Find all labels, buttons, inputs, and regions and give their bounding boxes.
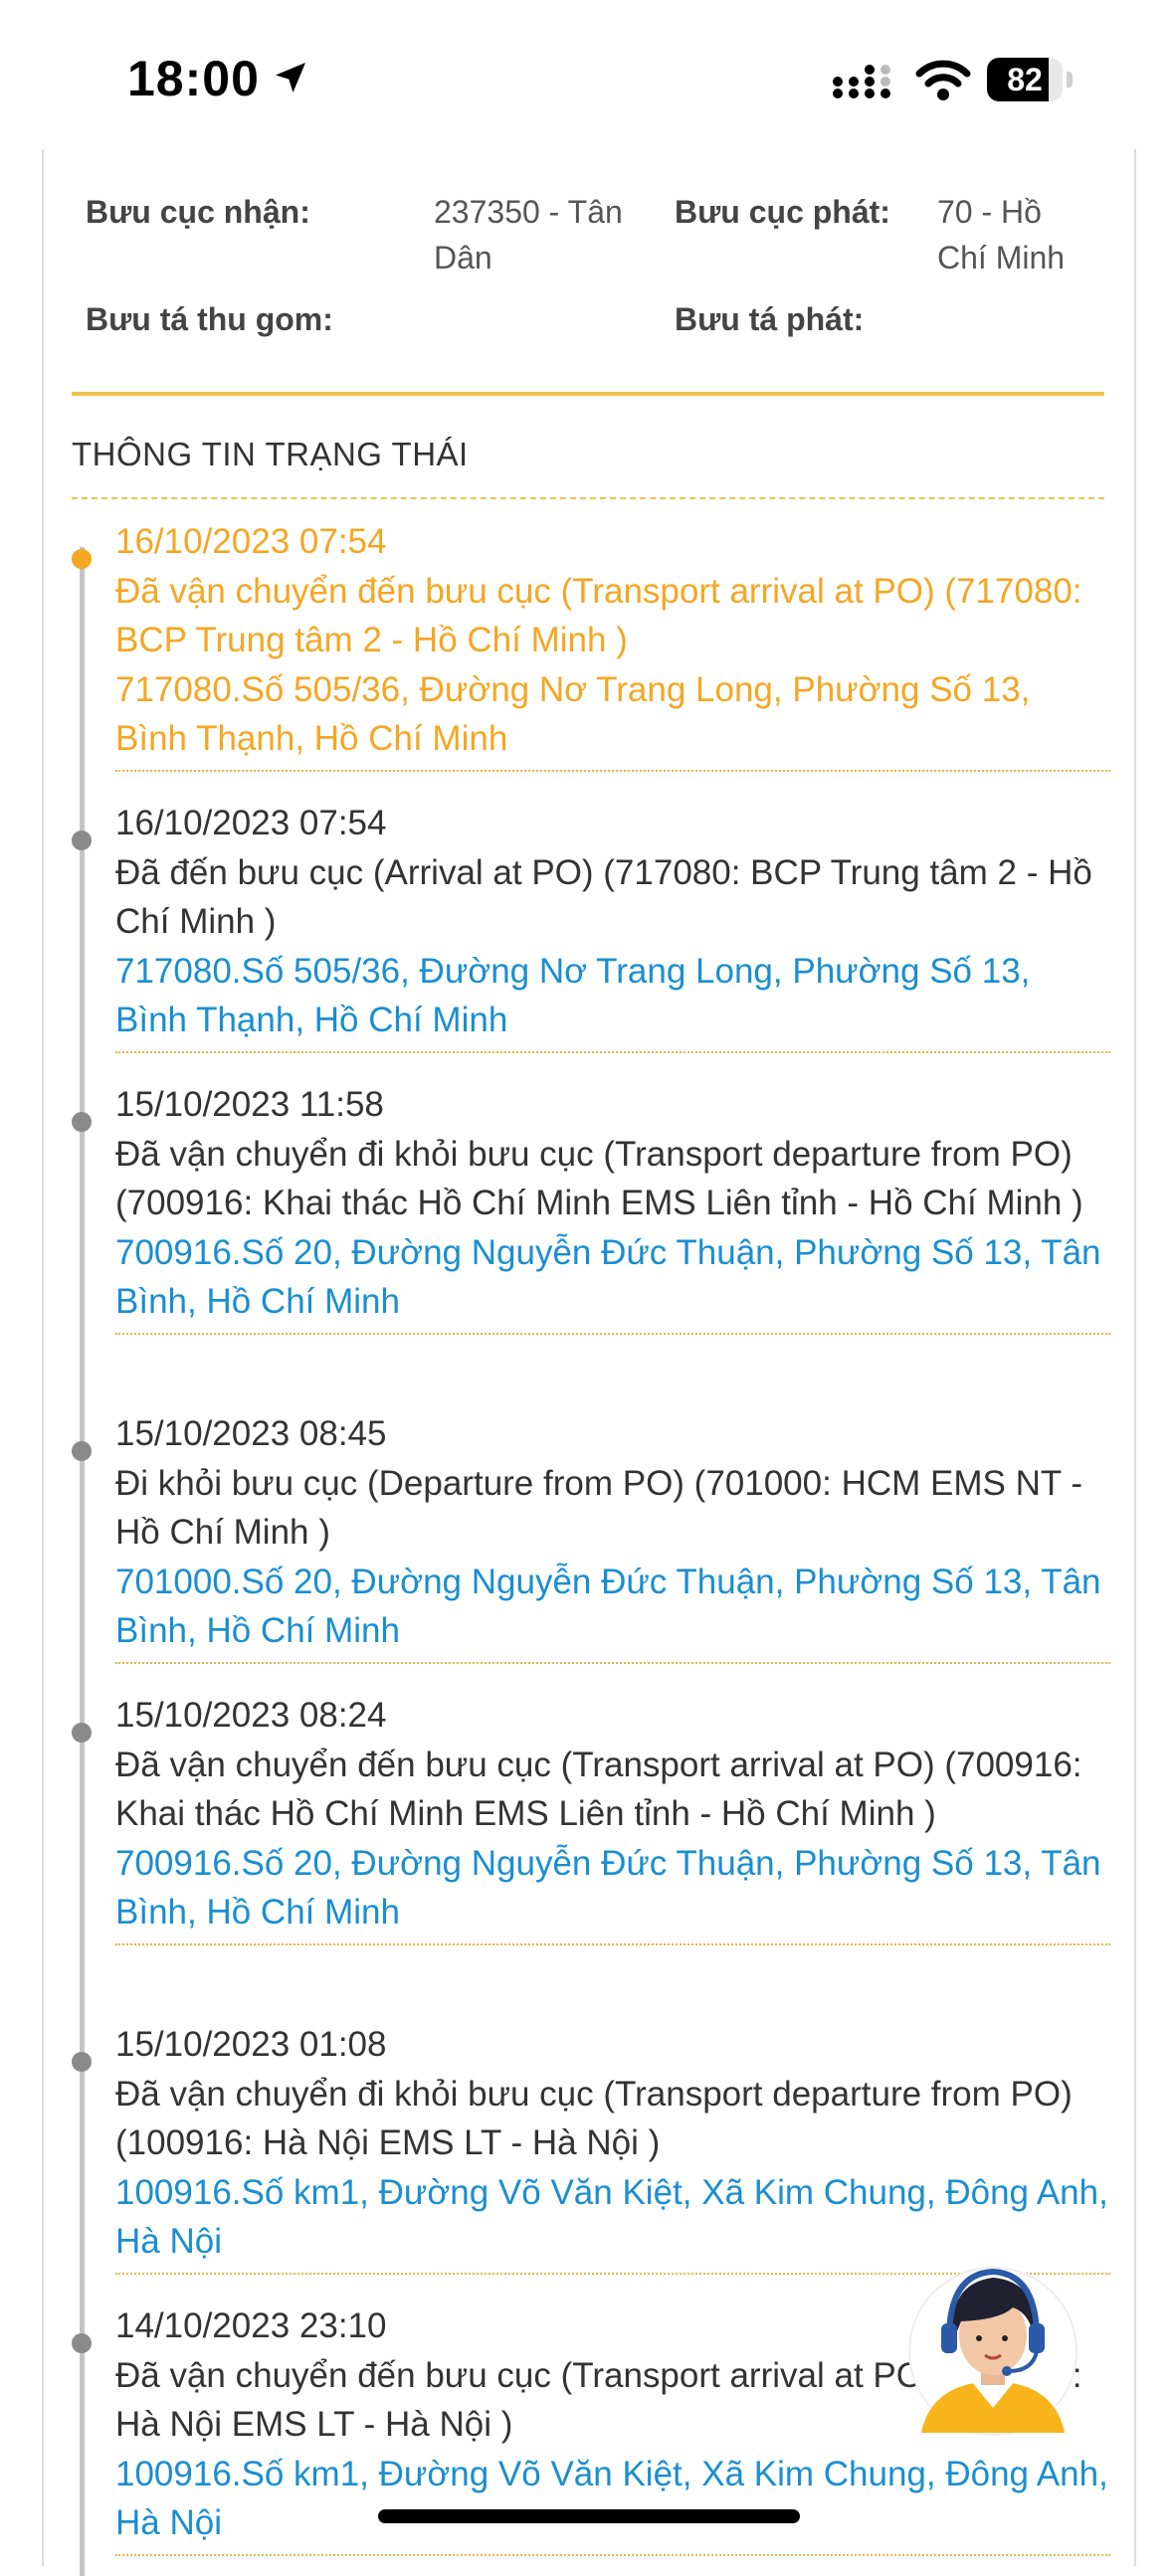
event-time: 15/10/2023 08:45 — [115, 1414, 387, 1453]
support-agent-avatar-icon[interactable] — [901, 2244, 1078, 2443]
receive-office-value: 237350 - Tân Dân — [434, 194, 623, 276]
event-time: 15/10/2023 08:24 — [115, 1696, 387, 1735]
timeline-event: 16/10/2023 07:54 Đã đến bưu cục (Arrival… — [72, 799, 1110, 1053]
event-description: Đã đến bưu cục (Arrival at PO) (717080: … — [115, 852, 1092, 942]
event-description: Đã vận chuyển đi khỏi bưu cục (Transport… — [115, 2074, 1073, 2163]
deliver-postman-label: Bưu tá phát: — [675, 301, 865, 337]
timeline-dot — [72, 1723, 92, 1743]
receive-office-label: Bưu cục nhận: — [86, 194, 310, 230]
timeline-event: 15/10/2023 11:58 Đã vận chuyển đi khỏi b… — [72, 1080, 1110, 1335]
timeline-dot — [72, 1441, 92, 1461]
timeline-event: 15/10/2023 08:45 Đi khỏi bưu cục (Depart… — [72, 1409, 1110, 1664]
section-divider — [72, 392, 1104, 396]
event-time: 16/10/2023 07:54 — [115, 522, 387, 561]
event-address: 717080.Số 505/36, Đường Nơ Trang Long, P… — [115, 951, 1031, 1040]
event-address: 700916.Số 20, Đường Nguyễn Đức Thuận, Ph… — [115, 1843, 1101, 1932]
deliver-office-label: Bưu cục phát: — [675, 194, 890, 230]
timeline-dot — [72, 1112, 92, 1132]
timeline-event: 15/10/2023 08:24 Đã vận chuyển đến bưu c… — [72, 1691, 1110, 1945]
timeline-dot — [72, 830, 92, 850]
status-section-title: THÔNG TIN TRẠNG THÁI — [72, 436, 469, 472]
status-bar: 18:00 82 — [0, 0, 1176, 149]
home-indicator[interactable] — [378, 2509, 800, 2523]
title-divider — [72, 497, 1104, 499]
event-time: 15/10/2023 01:08 — [115, 2025, 387, 2064]
cellular-signal-icon — [833, 65, 890, 98]
deliver-office-value: 70 - Hồ Chí Minh — [937, 194, 1066, 276]
event-address: 100916.Số km1, Đường Võ Văn Kiệt, Xã Kim… — [115, 2454, 1108, 2543]
location-arrow-icon — [276, 63, 305, 92]
timeline-event: 16/10/2023 07:54 Đã vận chuyển đến bưu c… — [72, 517, 1110, 772]
battery-percent: 82 — [1007, 62, 1043, 97]
event-address: 717080.Số 505/36, Đường Nơ Trang Long, P… — [115, 669, 1031, 759]
event-description: Đã vận chuyển đến bưu cục (Transport arr… — [115, 1745, 1082, 1834]
event-time: 16/10/2023 07:54 — [115, 804, 387, 842]
status-timeline: 16/10/2023 07:54 Đã vận chuyển đến bưu c… — [72, 507, 1116, 2576]
status-time: 18:00 — [127, 51, 260, 106]
event-description: Đã vận chuyển đến bưu cục (Transport arr… — [115, 571, 1082, 660]
event-address: 701000.Số 20, Đường Nguyễn Đức Thuận, Ph… — [115, 1562, 1101, 1651]
battery-icon: 82 — [987, 58, 1075, 101]
timeline-event: 15/10/2023 01:08 Đã vận chuyển đi khỏi b… — [72, 2020, 1110, 2275]
collect-postman-label: Bưu tá thu gom: — [86, 301, 333, 337]
wifi-icon — [915, 60, 971, 100]
event-description: Đi khỏi bưu cục (Departure from PO) (701… — [115, 1463, 1082, 1553]
event-time: 15/10/2023 11:58 — [115, 1085, 384, 1124]
timeline-dot — [72, 2333, 92, 2353]
timeline-dot-active — [72, 549, 92, 569]
timeline-dot — [72, 2052, 92, 2072]
event-description: Đã vận chuyển đi khỏi bưu cục (Transport… — [115, 1134, 1083, 1223]
event-address: 700916.Số 20, Đường Nguyễn Đức Thuận, Ph… — [115, 1232, 1101, 1322]
